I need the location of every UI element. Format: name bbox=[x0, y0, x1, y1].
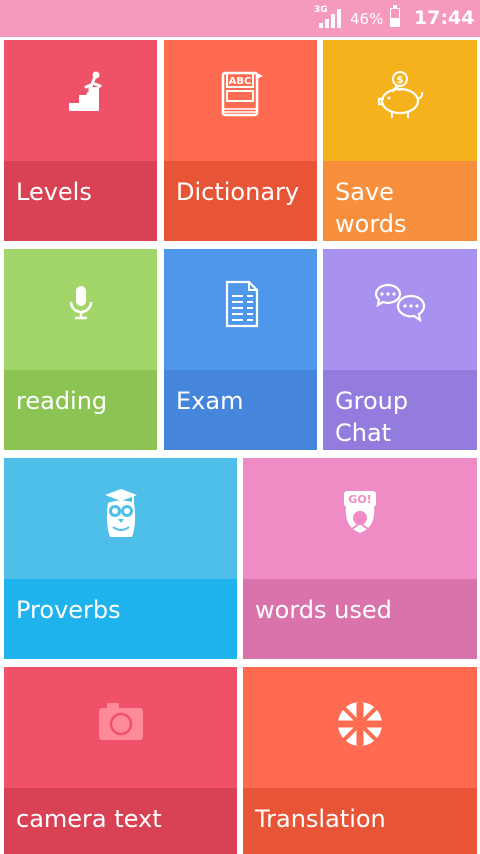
tile-label: Dictionary bbox=[176, 178, 300, 206]
stairs-climb-icon bbox=[51, 67, 111, 127]
tile-label: Proverbs bbox=[16, 596, 121, 624]
microphone-icon bbox=[51, 276, 111, 336]
clock: 17:44 bbox=[414, 7, 475, 29]
tile-label: Group Chat bbox=[335, 387, 409, 447]
tile-reading[interactable]: reading bbox=[4, 249, 157, 450]
book-abc-icon: ABC bbox=[211, 67, 271, 127]
signal-icon bbox=[319, 8, 343, 28]
svg-text:ABC: ABC bbox=[228, 76, 251, 87]
document-list-icon bbox=[211, 276, 271, 336]
tile-label: Exam bbox=[176, 387, 244, 415]
owl-graduate-icon bbox=[91, 485, 151, 545]
tile-label: Levels bbox=[16, 178, 92, 206]
status-bar: 3G 46% 17:44 bbox=[0, 0, 480, 37]
svg-text:GO!: GO! bbox=[348, 493, 371, 506]
piggy-bank-icon: $ bbox=[370, 67, 430, 127]
tile-label: Translation bbox=[255, 805, 386, 833]
tile-label: reading bbox=[16, 387, 108, 415]
tile-translation[interactable]: Translation bbox=[243, 667, 477, 854]
tile-group-chat[interactable]: Group Chat bbox=[323, 249, 477, 450]
tile-dictionary[interactable]: Dictionary ABC bbox=[164, 40, 317, 241]
tile-label: Save words bbox=[335, 178, 407, 238]
tile-label: camera text bbox=[16, 805, 162, 833]
go-sign-icon: GO! bbox=[330, 485, 390, 545]
battery-percent: 46% bbox=[350, 10, 384, 28]
svg-text:$: $ bbox=[397, 75, 404, 86]
union-flag-icon bbox=[330, 694, 390, 754]
battery-icon bbox=[390, 5, 400, 27]
tile-label: words used bbox=[255, 596, 392, 624]
tile-exam[interactable]: Exam bbox=[164, 249, 317, 450]
chat-bubbles-icon bbox=[370, 276, 430, 336]
tile-proverbs[interactable]: Proverbs bbox=[4, 458, 237, 659]
tile-words-used[interactable]: words used GO! bbox=[243, 458, 477, 659]
tile-levels[interactable]: Levels bbox=[4, 40, 157, 241]
tile-save-words[interactable]: Save words $ bbox=[323, 40, 477, 241]
camera-icon bbox=[91, 694, 151, 754]
tile-camera-text[interactable]: camera text bbox=[4, 667, 237, 854]
